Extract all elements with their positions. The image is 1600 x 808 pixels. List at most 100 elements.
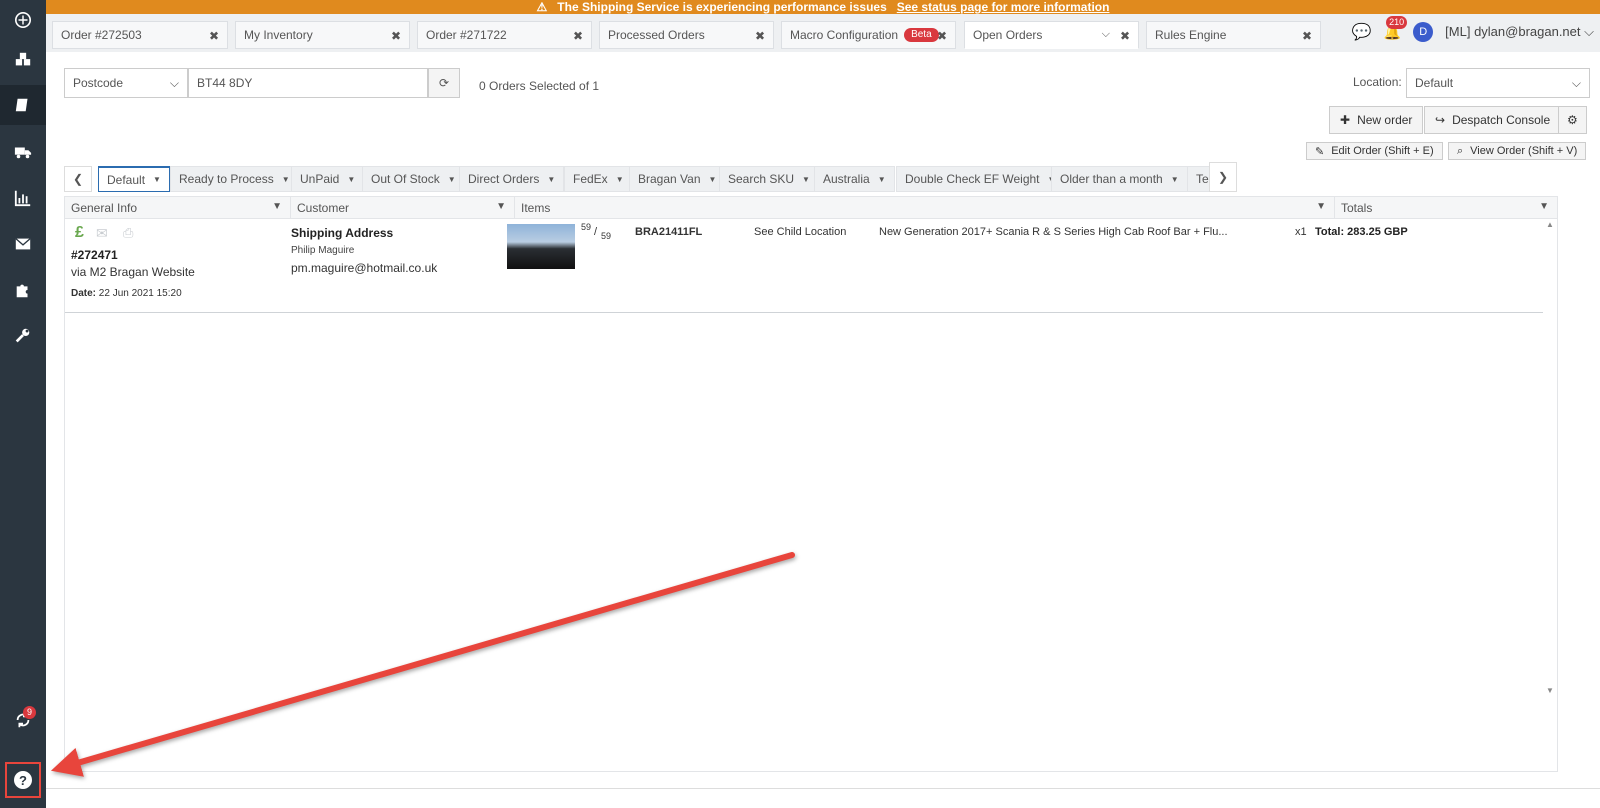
scroll-down-icon[interactable]: ▼ (1546, 686, 1554, 695)
filter-label: Bragan Van (638, 172, 701, 186)
tab-label: Processed Orders (608, 28, 705, 42)
close-icon[interactable]: ✖ (755, 29, 765, 43)
filter-label: Te (1196, 172, 1209, 186)
tab-rules-engine[interactable]: Rules Engine ✖ (1146, 21, 1321, 49)
tab-order-271722[interactable]: Order #271722 ✖ (417, 21, 592, 49)
filter-label: Ready to Process (179, 172, 274, 186)
filter-double-check-ef-weight[interactable]: Double Check EF Weight▼ (896, 166, 1065, 192)
help-button[interactable]: ? (5, 762, 41, 798)
tab-open-orders[interactable]: Open Orders ⌵ ✖ (964, 21, 1139, 49)
tab-label: Rules Engine (1155, 28, 1227, 42)
chevron-down-icon: ⌵ (1584, 24, 1594, 39)
sync-icon[interactable]: 9 (0, 700, 46, 740)
view-order-label: View Order (Shift + V) (1470, 145, 1578, 157)
filter-funnel-icon[interactable]: ▼ (496, 201, 506, 212)
view-order-button[interactable]: ⌕ View Order (Shift + V) (1448, 142, 1587, 160)
email-icon[interactable] (0, 224, 46, 264)
edit-order-button[interactable]: ✎ Edit Order (Shift + E) (1306, 142, 1443, 160)
close-icon[interactable]: ✖ (937, 29, 947, 43)
settings-button[interactable]: ⚙ (1558, 106, 1587, 134)
close-icon[interactable]: ✖ (209, 29, 219, 43)
despatch-console-label: Despatch Console (1452, 113, 1551, 127)
reports-chart-icon[interactable] (0, 178, 46, 218)
column-label: Totals (1341, 201, 1373, 215)
orders-book-icon[interactable] (0, 85, 46, 125)
filter-funnel-icon[interactable]: ▼ (272, 201, 282, 212)
search-field-value: Postcode (73, 76, 124, 90)
warning-icon: ⚠ (536, 0, 548, 14)
filter-search-sku[interactable]: Search SKU ▼ (719, 166, 819, 192)
filter-older-than-a-month[interactable]: Older than a month ▼ (1051, 166, 1188, 192)
help-icon: ? (14, 771, 32, 789)
filters-next-button[interactable]: ❯ (1209, 162, 1237, 192)
filter-australia[interactable]: Australia ▼ (814, 166, 895, 192)
tab-macro-configuration[interactable]: Macro Configuration Beta ✖ (781, 21, 956, 49)
product-image[interactable] (507, 224, 575, 269)
filter-ready-to-process[interactable]: Ready to Process ▼ (170, 166, 299, 192)
chat-icon[interactable]: 💬 (1352, 22, 1372, 42)
close-icon[interactable]: ✖ (1302, 29, 1312, 43)
refresh-icon: ⟳ (438, 76, 450, 90)
filter-funnel-icon[interactable]: ▼ (1539, 201, 1549, 212)
caret-down-icon: ▼ (802, 174, 810, 184)
filter-out-of-stock[interactable]: Out Of Stock ▼ (362, 166, 465, 192)
item-location: See Child Location (754, 226, 847, 238)
tab-label: Macro Configuration (790, 28, 899, 42)
location-select[interactable]: Default ⌵ (1406, 68, 1590, 98)
filter-fedex[interactable]: FedEx ▼ (564, 166, 633, 192)
status-page-link[interactable]: See status page for more information (897, 1, 1110, 13)
close-icon[interactable]: ✖ (573, 29, 583, 43)
new-order-button[interactable]: ✚ New order (1329, 106, 1424, 134)
avatar[interactable]: D (1413, 22, 1434, 42)
column-customer[interactable]: Customer ▼ (291, 197, 515, 219)
print-icon[interactable]: ⎙ (123, 225, 133, 241)
filter-bragan-van[interactable]: Bragan Van ▼ (629, 166, 726, 192)
filter-label: Older than a month (1060, 172, 1163, 186)
extensions-puzzle-icon[interactable] (0, 270, 46, 310)
scroll-up-icon[interactable]: ▲ (1546, 220, 1554, 229)
caret-down-icon: ▼ (281, 174, 290, 184)
settings-wrench-icon[interactable] (0, 316, 46, 356)
item-sku[interactable]: BRA21411FL (635, 226, 702, 238)
column-general-info[interactable]: General Info ▼ (65, 197, 291, 219)
filters-prev-button[interactable]: ❮ (64, 166, 92, 192)
app-logo-icon[interactable] (0, 0, 46, 40)
chevron-down-icon: ⌵ (1571, 75, 1581, 90)
tab-order-272503[interactable]: Order #272503 ✖ (52, 21, 228, 49)
close-icon[interactable]: ✖ (391, 29, 401, 43)
tab-my-inventory[interactable]: My Inventory ✖ (235, 21, 410, 49)
close-icon[interactable]: ✖ (1120, 29, 1130, 43)
grid-scrollbar[interactable]: ▲ ▼ (1543, 220, 1557, 700)
customer-email[interactable]: pm.maguire@hotmail.co.uk (291, 261, 437, 275)
filter-direct-orders[interactable]: Direct Orders ▼ (459, 166, 565, 192)
caret-down-icon: ▼ (708, 174, 717, 184)
table-row[interactable]: £ ✉ ⎙ #272471 via M2 Bragan Website Date… (65, 220, 1543, 313)
order-number[interactable]: #272471 (71, 248, 118, 262)
filter-funnel-icon[interactable]: ▼ (1316, 201, 1326, 212)
search-input[interactable]: BT44 8DY (188, 68, 428, 98)
search-field-select[interactable]: Postcode ⌵ (64, 68, 188, 98)
caret-down-icon: ▼ (153, 175, 161, 184)
shipping-truck-icon[interactable] (0, 132, 46, 172)
user-menu[interactable]: [ML] dylan@bragan.net ⌵ (1445, 24, 1594, 40)
column-totals[interactable]: Totals ▼ (1335, 197, 1557, 219)
orders-grid: General Info ▼ Customer ▼ Items ▼ Totals ▼ £… (64, 196, 1558, 772)
caret-down-icon: ▼ (447, 174, 456, 184)
filter-unpaid[interactable]: UnPaid ▼ (291, 166, 365, 192)
caret-down-icon: ▼ (347, 174, 356, 184)
chevron-down-icon: ⌵ (169, 75, 179, 90)
filter-label: FedEx (573, 172, 608, 186)
refresh-button[interactable]: ⟳ (428, 68, 460, 98)
column-items[interactable]: Items ▼ (515, 197, 1335, 219)
banner-message: The Shipping Service is experiencing per… (557, 0, 887, 14)
tab-processed-orders[interactable]: Processed Orders ✖ (599, 21, 774, 49)
email-icon[interactable]: ✉ (96, 225, 108, 242)
filter-default[interactable]: Default ▼ (98, 166, 170, 192)
filter-label: Out Of Stock (371, 172, 440, 186)
tab-label: My Inventory (244, 28, 313, 42)
notifications-bell[interactable]: 🔔 210 (1384, 15, 1408, 41)
inventory-icon[interactable] (0, 40, 46, 80)
chevron-down-icon[interactable]: ⌵ (1102, 28, 1110, 41)
caret-down-icon: ▼ (547, 174, 556, 184)
despatch-console-button[interactable]: ↪ Despatch Console (1424, 106, 1562, 134)
